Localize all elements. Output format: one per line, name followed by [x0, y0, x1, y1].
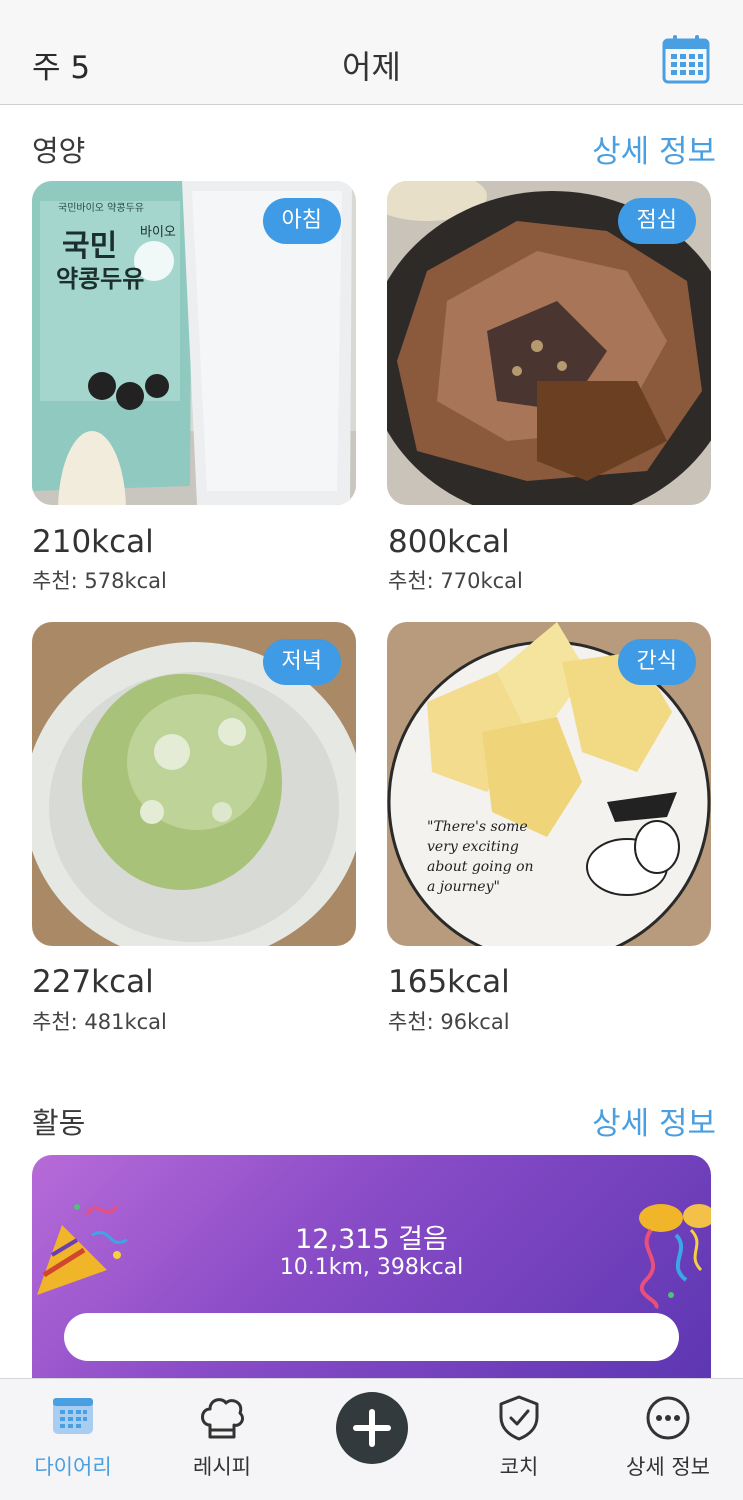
- activity-details-link[interactable]: 상세 정보: [592, 1098, 716, 1143]
- plate-text: "There's some very exciting about going …: [427, 817, 534, 897]
- top-bar: 주 5 어제: [0, 0, 743, 105]
- tab-recipe[interactable]: 레시피: [167, 1379, 277, 1500]
- more-icon: [646, 1396, 690, 1440]
- steps-progress-bar: [64, 1313, 679, 1361]
- tab-recipe-label: 레시피: [193, 1455, 251, 1479]
- shield-check-icon: [499, 1395, 539, 1441]
- dinner-kcal: 227kcal: [32, 964, 154, 1000]
- breakfast-kcal: 210kcal: [32, 524, 154, 560]
- tab-coach[interactable]: 코치: [464, 1379, 574, 1500]
- tab-more[interactable]: 상세 정보: [608, 1379, 728, 1500]
- lunch-tag: 점심: [617, 198, 696, 244]
- plate-text-line: "There's some: [427, 819, 528, 835]
- breakfast-tag: 아침: [262, 198, 341, 244]
- tab-diary[interactable]: 다이어리: [18, 1379, 128, 1500]
- soy-line2-text: 약콩두유: [56, 265, 145, 293]
- breakfast-card[interactable]: 국민바이오 약콩두유 바이오 국민 약콩두유 아침: [32, 181, 356, 505]
- lunch-kcal: 800kcal: [388, 524, 510, 560]
- calendar-icon: [53, 1398, 93, 1434]
- plus-icon: [353, 1409, 391, 1447]
- distance-kcal: 10.1km, 398kcal: [279, 1255, 464, 1280]
- lunch-recommend: 추천: 770kcal: [388, 569, 523, 593]
- tab-more-label: 상세 정보: [626, 1455, 710, 1479]
- plate-text-line: a journey": [427, 879, 500, 895]
- dinner-tag: 저녁: [262, 639, 341, 685]
- plate-text-line: about going on: [427, 859, 534, 875]
- snack-recommend: 추천: 96kcal: [388, 1010, 510, 1034]
- nutrition-details-link[interactable]: 상세 정보: [592, 126, 716, 171]
- plate-text-line: very exciting: [427, 839, 519, 855]
- dinner-card[interactable]: 저녁: [32, 622, 356, 946]
- activity-title: 활동: [32, 1106, 86, 1140]
- snack-card[interactable]: "There's some very exciting about going …: [387, 622, 711, 946]
- tab-coach-label: 코치: [499, 1455, 539, 1479]
- soy-brand-text: 국민바이오 약콩두유: [58, 203, 144, 214]
- steps-count: 12,315 걸음: [295, 1224, 448, 1255]
- activity-card[interactable]: 12,315 걸음 10.1km, 398kcal: [32, 1155, 711, 1415]
- soy-bio-text: 바이오: [140, 225, 176, 240]
- chef-hat-icon: [201, 1398, 244, 1439]
- snack-kcal: 165kcal: [388, 964, 510, 1000]
- tab-diary-label: 다이어리: [34, 1455, 112, 1479]
- nutrition-title: 영양: [32, 134, 86, 168]
- snack-tag: 간식: [617, 639, 696, 685]
- add-button[interactable]: [336, 1392, 408, 1464]
- calendar-icon[interactable]: [662, 34, 710, 84]
- page-title: 어제: [342, 48, 401, 86]
- dinner-recommend: 추천: 481kcal: [32, 1010, 167, 1034]
- breakfast-recommend: 추천: 578kcal: [32, 569, 167, 593]
- lunch-card[interactable]: 점심: [387, 181, 711, 505]
